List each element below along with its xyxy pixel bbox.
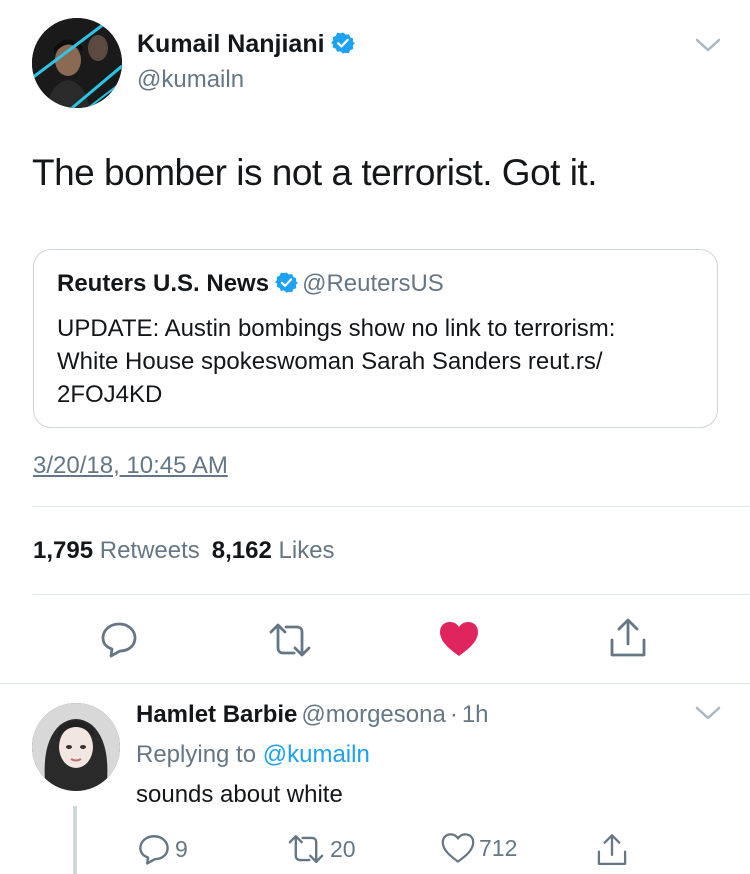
- retweet-count: 1,795: [33, 537, 94, 564]
- verified-badge-icon: [275, 272, 298, 293]
- author-name[interactable]: Kumail Nanjiani: [137, 30, 355, 59]
- thread-line: [73, 806, 77, 874]
- quote-author-handle: @ReutersUS: [302, 270, 444, 297]
- reply-separator: ·: [449, 701, 458, 728]
- tweet-timestamp[interactable]: 3/20/18, 10:45 AM: [33, 452, 228, 480]
- chevron-down-icon: [695, 706, 721, 720]
- retweet-stat[interactable]: 1,795 Retweets: [33, 537, 200, 564]
- replying-to-mention[interactable]: @kumailn: [263, 741, 370, 768]
- reply-reply-count: 9: [175, 835, 188, 862]
- tweet-options-button[interactable]: [694, 36, 722, 59]
- quoted-tweet-card[interactable]: Reuters U.S. News @ReutersUS UPDATE: Aust…: [33, 249, 718, 428]
- avatar-image: [32, 703, 120, 791]
- verified-badge-icon: [330, 32, 355, 54]
- divider: [33, 594, 750, 595]
- author-handle[interactable]: @kumailn: [137, 66, 244, 94]
- author-name-text: Kumail Nanjiani: [137, 30, 325, 58]
- like-button[interactable]: [436, 616, 482, 662]
- share-button[interactable]: [604, 614, 652, 662]
- retweet-icon: [269, 623, 311, 657]
- reply-button[interactable]: [96, 616, 142, 662]
- like-count: 8,162: [211, 537, 272, 564]
- author-avatar[interactable]: [32, 18, 122, 108]
- reply-like-count: 712: [479, 834, 518, 861]
- chevron-down-icon: [695, 38, 721, 52]
- like-label: Likes: [278, 537, 335, 564]
- reply-retweet-button[interactable]: 20: [286, 832, 356, 866]
- share-icon: [597, 834, 627, 866]
- avatar-image: [32, 18, 122, 108]
- reply-share-button[interactable]: [594, 832, 630, 868]
- reply-time: 1h: [461, 701, 489, 728]
- retweet-button[interactable]: [266, 618, 314, 662]
- retweet-icon: [288, 835, 324, 863]
- reply-author-name: Hamlet Barbie: [136, 701, 298, 728]
- reply-icon: [101, 622, 137, 658]
- tweet-stats: 1,795 Retweets 8,162 Likes: [33, 537, 335, 565]
- replying-to: Replying to @kumailn: [136, 741, 370, 769]
- heart-icon: [440, 622, 478, 656]
- quote-text-line: White House spokeswoman Sarah Sanders re…: [57, 348, 603, 375]
- reply-retweet-count: 20: [330, 835, 356, 862]
- like-stat[interactable]: 8,162 Likes: [212, 537, 335, 564]
- divider: [0, 683, 750, 684]
- heart-outline-icon: [441, 833, 475, 863]
- reply-icon: [139, 835, 169, 865]
- reply-author-avatar[interactable]: [32, 703, 120, 791]
- quote-text-line: 2FOJ4KD: [57, 381, 163, 408]
- divider: [33, 506, 750, 507]
- tweet-text: The bomber is not a terrorist. Got it.: [32, 152, 598, 193]
- retweet-label: Retweets: [99, 537, 200, 564]
- reply-author[interactable]: Hamlet Barbie @morgesona · 1h: [136, 701, 489, 729]
- quote-text: UPDATE: Austin bombings show no link to …: [57, 312, 707, 411]
- reply-reply-button[interactable]: 9: [137, 832, 188, 866]
- reply-author-handle: @morgesona: [301, 701, 446, 728]
- reply-like-button[interactable]: 712: [441, 832, 517, 864]
- replying-prefix: Replying to: [136, 741, 257, 768]
- quote-text-line: UPDATE: Austin bombings show no link to …: [57, 315, 616, 342]
- quote-author-name: Reuters U.S. News: [57, 270, 270, 297]
- reply-text: sounds about white: [136, 781, 343, 808]
- reply-options-button[interactable]: [694, 704, 722, 727]
- share-icon: [610, 618, 646, 657]
- quote-author: Reuters U.S. News @ReutersUS: [57, 270, 444, 298]
